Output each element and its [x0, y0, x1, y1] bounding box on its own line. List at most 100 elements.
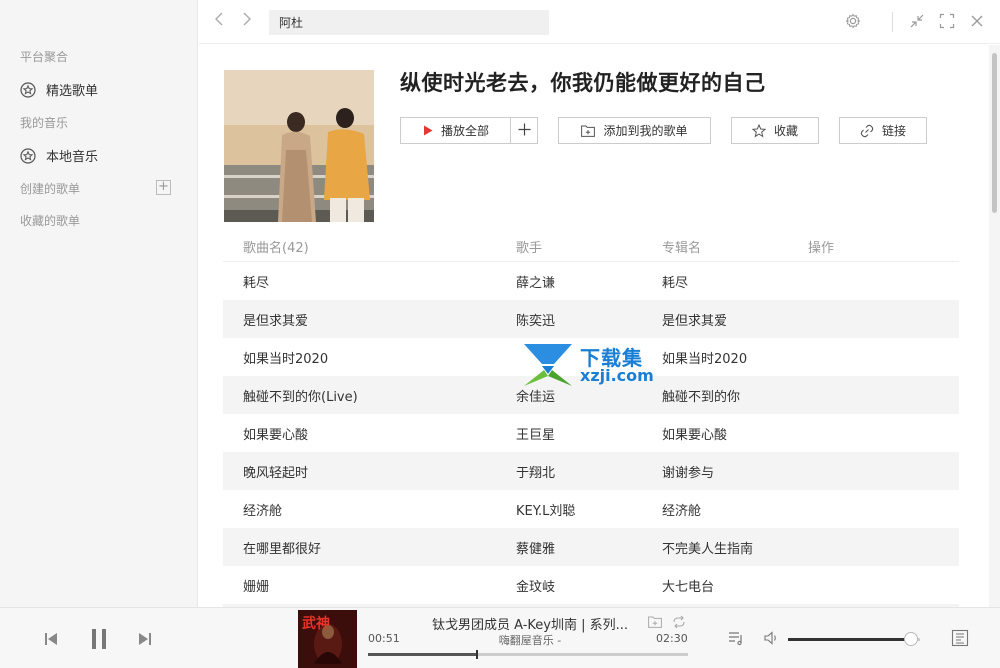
- song-artist[interactable]: KEY.L刘聪: [516, 500, 662, 519]
- song-album[interactable]: 耗尽: [662, 272, 808, 291]
- volume-icon[interactable]: [762, 629, 780, 647]
- watermark-logo-icon: [524, 344, 572, 386]
- scrollbar-thumb[interactable]: [992, 53, 997, 213]
- watermark: 下载集 xzji.com: [520, 342, 670, 388]
- song-title: 如果当时2020: [243, 351, 329, 367]
- song-table: 歌曲名(42) 歌手 专辑名 操作 耗尽 薛之谦 耗尽 是但求其爱 陈奕迅 是但…: [223, 232, 959, 607]
- song-album[interactable]: 经济舱: [662, 500, 808, 519]
- now-playing-subtitle: 嗨翻屋音乐 -: [498, 634, 562, 647]
- add-to-my-playlist-button[interactable]: 添加到我的歌单: [558, 117, 711, 144]
- pause-icon[interactable]: [88, 627, 110, 651]
- add-playlist-button[interactable]: +: [156, 180, 171, 195]
- song-album[interactable]: 是但求其爱: [662, 310, 808, 329]
- repeat-icon[interactable]: [671, 614, 687, 630]
- link-label: 链接: [881, 124, 906, 138]
- cover-art-text: 武神: [302, 615, 330, 632]
- toolbar-divider: [892, 12, 893, 32]
- sidebar-section-my-music: 我的音乐: [20, 116, 69, 130]
- play-icon: [423, 125, 433, 136]
- song-album[interactable]: 不完美人生指南: [662, 538, 808, 557]
- settings-gear-icon[interactable]: [844, 12, 862, 30]
- sidebar-item-label: 本地音乐: [46, 150, 99, 165]
- table-row[interactable]: 耗尽 薛之谦 耗尽: [223, 262, 959, 300]
- table-row[interactable]: 经济舱 KEY.L刘聪 经济舱: [223, 490, 959, 528]
- previous-track-icon[interactable]: [42, 630, 60, 648]
- add-to-my-playlist-label: 添加到我的歌单: [603, 124, 688, 138]
- sidebar-item-featured-playlists[interactable]: 精选歌单: [20, 80, 98, 99]
- current-time: 00:51: [368, 632, 400, 645]
- minimize-shrink-icon[interactable]: [908, 12, 926, 30]
- lyrics-icon[interactable]: [950, 628, 970, 648]
- total-time: 02:30: [656, 632, 688, 645]
- song-artist[interactable]: 蔡健雅: [516, 538, 662, 557]
- song-artist[interactable]: 王巨星: [516, 424, 662, 443]
- top-bar: [199, 0, 1000, 44]
- song-title: 耗尽: [243, 275, 270, 291]
- forward-arrow-icon[interactable]: [239, 12, 255, 30]
- fullscreen-icon[interactable]: [938, 12, 956, 30]
- song-artist[interactable]: 金玟岐: [516, 576, 662, 595]
- folder-add-icon: [581, 125, 596, 137]
- sidebar-item-local-music[interactable]: 本地音乐: [20, 146, 98, 165]
- song-album[interactable]: 大七电台: [662, 576, 808, 595]
- sidebar-section-platform: 平台聚合: [20, 50, 69, 64]
- song-title: 姗姗: [243, 579, 270, 595]
- header-artist: 歌手: [516, 241, 543, 256]
- song-artist[interactable]: 薛之谦: [516, 272, 662, 291]
- song-album[interactable]: 如果当时2020: [662, 348, 808, 367]
- next-track-icon[interactable]: [136, 630, 154, 648]
- volume-slider[interactable]: [788, 632, 920, 646]
- favorite-button[interactable]: 收藏: [731, 117, 819, 144]
- header-album: 专辑名: [662, 241, 702, 256]
- sidebar-section-created[interactable]: 创建的歌单: [20, 180, 80, 197]
- progress-handle[interactable]: [475, 650, 478, 659]
- sidebar-item-label: 精选歌单: [46, 84, 99, 99]
- song-album[interactable]: 如果要心酸: [662, 424, 808, 443]
- play-all-button[interactable]: 播放全部: [400, 117, 511, 144]
- song-title: 触碰不到的你(Live): [243, 389, 358, 405]
- close-icon[interactable]: [968, 12, 986, 30]
- song-title: 是但求其爱: [243, 313, 309, 329]
- table-row[interactable]: 姗姗 金玟岐 大七电台: [223, 566, 959, 604]
- header-song: 歌曲名(42): [243, 241, 309, 256]
- sidebar: 平台聚合 精选歌单 我的音乐 本地音乐 创建的歌单 + 收藏的歌单: [0, 0, 198, 607]
- table-row[interactable]: 如果要心酸 王巨星 如果要心酸: [223, 414, 959, 452]
- link-button[interactable]: 链接: [839, 117, 927, 144]
- progress-fill: [368, 653, 477, 656]
- back-arrow-icon[interactable]: [211, 12, 227, 30]
- add-to-playlist-icon[interactable]: [647, 614, 663, 630]
- star-icon: [751, 123, 766, 138]
- song-title: 如果要心酸: [243, 427, 309, 443]
- table-row[interactable]: 是但求其爱 陈奕迅 是但求其爱: [223, 300, 959, 338]
- playlist-title: 纵使时光老去，你我仍能做更好的自己: [400, 71, 766, 95]
- table-header: 歌曲名(42) 歌手 专辑名 操作: [223, 232, 959, 262]
- star-circle-icon: [20, 147, 36, 164]
- volume-handle[interactable]: [903, 632, 918, 646]
- song-title: 在哪里都很好: [243, 541, 322, 557]
- player-bar: 武神 钛戈男团成员 A-Key圳南 | 系列... 嗨翻屋音乐 - 00:51 …: [0, 607, 1000, 668]
- song-artist[interactable]: 于翔北: [516, 462, 662, 481]
- search-input[interactable]: [269, 10, 549, 35]
- song-album[interactable]: 谢谢参与: [662, 462, 808, 481]
- link-icon: [860, 124, 874, 138]
- progress-bar[interactable]: [368, 650, 688, 659]
- header-action: 操作: [808, 241, 835, 256]
- playlist-detail: 纵使时光老去，你我仍能做更好的自己 播放全部 添加到我的歌单 收藏 链接 歌曲名…: [199, 45, 989, 607]
- now-playing-cover[interactable]: 武神: [298, 610, 357, 668]
- table-row[interactable]: 在哪里都很好 蔡健雅 不完美人生指南: [223, 528, 959, 566]
- song-artist[interactable]: 余佳运: [516, 386, 662, 405]
- scrollbar[interactable]: [989, 45, 1000, 607]
- song-artist[interactable]: 陈奕迅: [516, 310, 662, 329]
- plus-icon: [518, 123, 531, 139]
- play-all-label: 播放全部: [440, 124, 489, 138]
- add-to-queue-button[interactable]: [510, 117, 538, 144]
- playlist-cover-image: [224, 70, 374, 222]
- watermark-url: xzji.com: [580, 366, 654, 385]
- volume-fill: [788, 638, 911, 641]
- table-row[interactable]: 晚风轻起时 于翔北 谢谢参与: [223, 452, 959, 490]
- sidebar-section-collected[interactable]: 收藏的歌单: [20, 212, 80, 229]
- song-album[interactable]: 触碰不到的你: [662, 386, 808, 405]
- song-title: 晚风轻起时: [243, 465, 309, 481]
- playlist-queue-icon[interactable]: [727, 629, 745, 647]
- favorite-label: 收藏: [773, 124, 798, 138]
